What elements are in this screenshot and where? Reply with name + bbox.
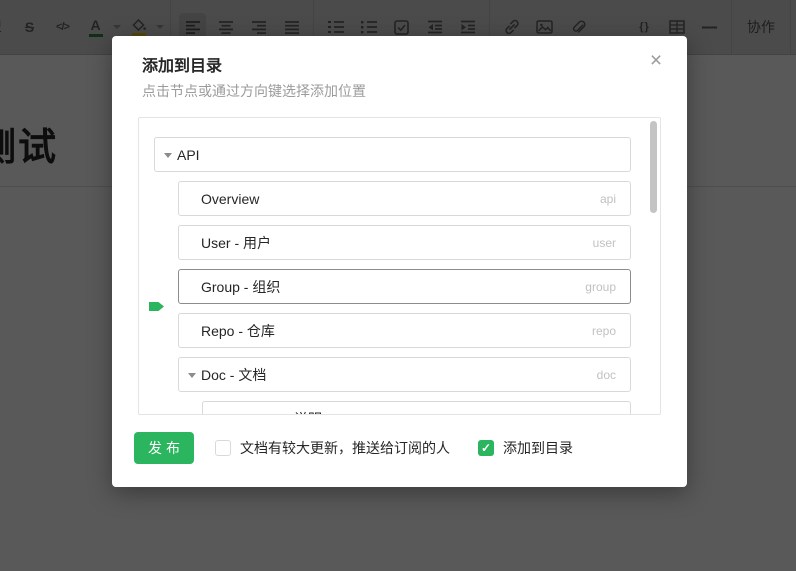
- tree-row-label: Doc - 文档: [201, 365, 597, 385]
- push-to-subscribers-label: 文档有较大更新，推送给订阅的人: [240, 438, 450, 458]
- modal-subtitle: 点击节点或通过方向键选择添加位置: [142, 81, 366, 101]
- tree-row-label: Web Hook 说明: [225, 409, 545, 416]
- modal-title: 添加到目录: [142, 52, 222, 76]
- add-to-toc-modal: 添加到目录 点击节点或通过方向键选择添加位置 × API Overview ap…: [112, 36, 687, 487]
- tree-row-label: User - 用户: [201, 233, 593, 253]
- push-to-subscribers-checkbox[interactable]: [215, 440, 231, 456]
- tree-row-label: Overview: [201, 191, 600, 207]
- close-icon[interactable]: ×: [643, 48, 669, 74]
- tree-row-overview[interactable]: Overview api: [178, 181, 631, 216]
- tree-row-slug: doc: [597, 368, 616, 382]
- modal-footer: 发布 文档有较大更新，推送给订阅的人 ✓ 添加到目录: [134, 432, 665, 464]
- tree-row-repo[interactable]: Repo - 仓库 repo: [178, 313, 631, 348]
- tree-row-label: API: [177, 147, 616, 163]
- tree-row-webhook[interactable]: Web Hook 说明 doc-webhook: [202, 401, 631, 415]
- add-to-toc-checkbox[interactable]: ✓: [478, 440, 494, 456]
- tree-row-slug: doc-webhook: [545, 412, 616, 416]
- editor-page: U S </> A: [0, 0, 796, 571]
- chevron-down-icon[interactable]: [164, 153, 172, 158]
- chevron-down-icon[interactable]: [188, 373, 196, 378]
- toc-tree: API Overview api User - 用户 user Group - …: [138, 117, 661, 415]
- tree-row-label: Group - 组织: [201, 277, 585, 297]
- tree-row-slug: api: [600, 192, 616, 206]
- tree-row-user[interactable]: User - 用户 user: [178, 225, 631, 260]
- tree-row-slug: user: [593, 236, 616, 250]
- publish-button[interactable]: 发布: [134, 432, 194, 464]
- tree-row-slug: repo: [592, 324, 616, 338]
- add-to-toc-label: 添加到目录: [503, 438, 573, 458]
- insert-position-arrow-icon: [149, 302, 164, 311]
- tree-row-doc[interactable]: Doc - 文档 doc: [178, 357, 631, 392]
- checkmark-icon: ✓: [478, 440, 494, 456]
- tree-row-group[interactable]: Group - 组织 group: [178, 269, 631, 304]
- tree-row-label: Repo - 仓库: [201, 321, 592, 341]
- tree-row-slug: group: [585, 280, 616, 294]
- tree-scrollbar[interactable]: [650, 121, 657, 213]
- tree-row-api[interactable]: API: [154, 137, 631, 172]
